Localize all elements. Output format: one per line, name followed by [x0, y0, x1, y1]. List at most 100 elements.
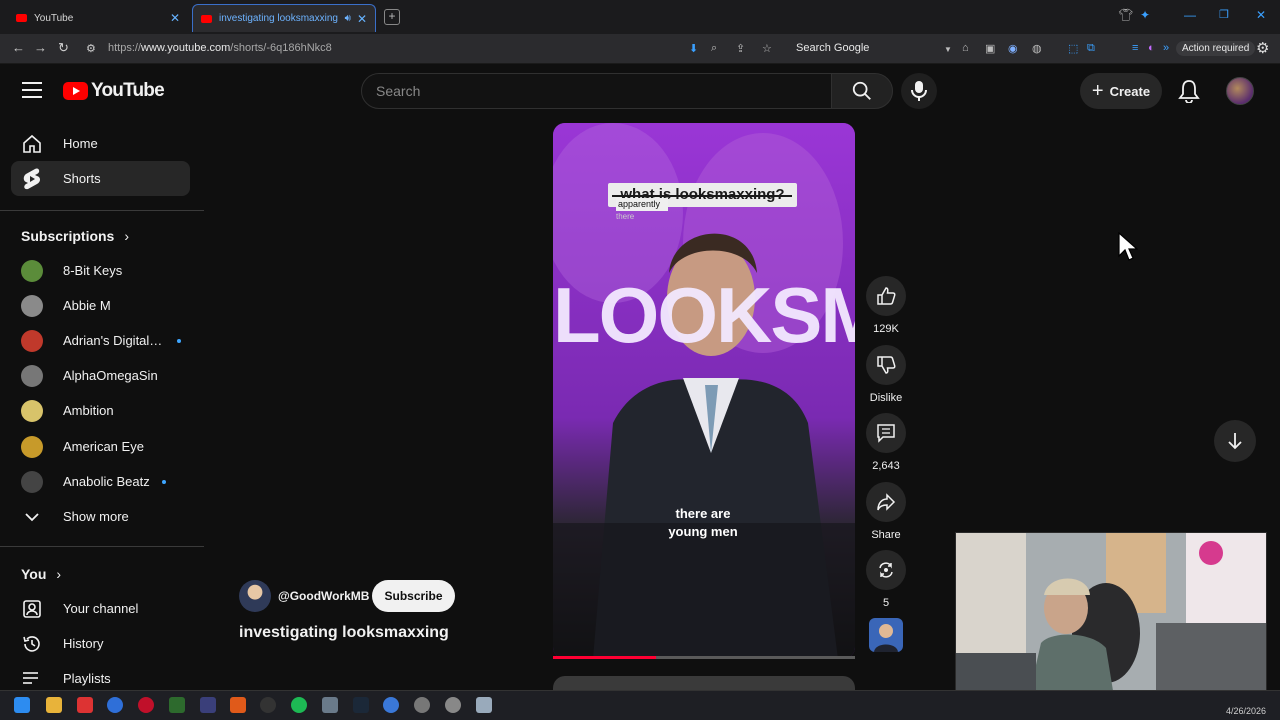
sidebar-subscription-item[interactable]: 8-Bit Keys — [11, 253, 190, 288]
sidebar-item-history[interactable]: History — [11, 626, 190, 661]
tab-investigating-looksmaxxing[interactable]: investigating looksmaxxing 🔊︎ ✕ — [192, 4, 376, 32]
sidebar-item-shorts[interactable]: Shorts — [11, 161, 190, 196]
sidebar-item-your-channel[interactable]: Your channel — [11, 591, 190, 626]
share-label: Share — [871, 529, 901, 541]
app-icon[interactable] — [322, 697, 338, 713]
extension-icon[interactable]: ◉ — [1008, 42, 1018, 55]
create-button[interactable]: + Create — [1080, 73, 1162, 109]
settings-gear-icon[interactable]: ⚙ — [1256, 39, 1269, 57]
back-arrow-icon[interactable]: ← — [12, 40, 25, 55]
thumbs-down-icon — [877, 356, 896, 374]
app-icon[interactable] — [414, 697, 430, 713]
windows-start-icon[interactable] — [14, 697, 30, 713]
app-icon[interactable] — [260, 697, 276, 713]
settings-app-icon[interactable] — [476, 697, 492, 713]
browser-app-icon[interactable] — [383, 697, 399, 713]
comment-count: 2,643 — [872, 460, 900, 472]
home-toolbar-icon[interactable]: ⌂ — [962, 42, 969, 54]
account-avatar[interactable] — [1226, 77, 1254, 105]
menu-icon[interactable] — [22, 82, 42, 98]
sidebar-subscription-item[interactable]: Abbie M — [11, 288, 190, 323]
you-heading[interactable]: You › — [21, 566, 61, 582]
browser-app-icon[interactable] — [107, 697, 123, 713]
youtube-favicon-icon — [201, 14, 212, 23]
notifications-bell-icon[interactable] — [1178, 79, 1200, 103]
close-window-icon[interactable]: ✕ — [1256, 8, 1266, 22]
extension-icon[interactable]: ≡ — [1132, 42, 1138, 54]
tab-youtube[interactable]: YouTube ✕ — [8, 4, 188, 32]
extension-icon[interactable]: ▣ — [985, 42, 995, 55]
home-icon — [21, 134, 43, 154]
sidebar-subscription-item[interactable]: American Eye — [11, 429, 190, 464]
like-button[interactable] — [866, 276, 906, 316]
zoom-icon[interactable]: ⌕ — [711, 42, 717, 55]
restore-icon[interactable]: ❐ — [1219, 8, 1229, 21]
channel-thumbnail[interactable] — [869, 618, 903, 652]
copilot-icon[interactable]: ✦ — [1140, 8, 1150, 22]
next-video-button[interactable] — [1214, 420, 1256, 462]
taskbar-date[interactable]: 4/26/2026 — [1226, 706, 1266, 716]
app-icon[interactable] — [230, 697, 246, 713]
subscriptions-heading[interactable]: Subscriptions › — [21, 228, 129, 244]
taskbar — [0, 690, 1280, 720]
chevron-right-icon[interactable]: » — [1163, 42, 1169, 54]
channel-avatar[interactable] — [239, 580, 271, 612]
sidebar-subscription-item[interactable]: Adrian's Digital B... — [11, 323, 190, 358]
site-info-icon[interactable]: ⚙ — [86, 42, 96, 55]
sidebar-subscription-item[interactable]: Ambition — [11, 393, 190, 428]
app-icon[interactable] — [445, 697, 461, 713]
editor-app-icon[interactable] — [169, 697, 185, 713]
voice-search-button[interactable] — [901, 73, 937, 109]
youtube-logo[interactable]: YouTube — [63, 80, 165, 102]
reload-icon[interactable]: ↻ — [58, 40, 69, 56]
share-action[interactable]: Share — [866, 482, 906, 541]
thumbs-up-icon — [877, 287, 896, 305]
download-icon[interactable]: ⬇ — [689, 42, 698, 55]
close-tab-icon[interactable]: ✕ — [170, 11, 180, 25]
share-page-icon[interactable]: ⇪ — [736, 42, 745, 55]
minimize-icon[interactable]: — — [1184, 8, 1196, 22]
like-action[interactable]: 129K — [866, 276, 906, 335]
bookmark-star-icon[interactable]: ☆ — [762, 42, 772, 55]
search-input[interactable]: Search — [361, 73, 832, 109]
extension-icon[interactable]: ◍ — [1032, 42, 1042, 55]
sidebar-subscription-item[interactable]: AlphaOmegaSin — [11, 358, 190, 393]
url-field[interactable]: https://www.youtube.com/shorts/-6q186hNk… — [108, 42, 332, 54]
spotify-app-icon[interactable] — [291, 697, 307, 713]
audio-playing-icon[interactable]: 🔊︎ — [345, 13, 351, 24]
video-progress-bar[interactable] — [553, 656, 855, 659]
video-progress-fill — [553, 656, 656, 659]
like-count: 129K — [873, 323, 899, 335]
sidebar-item-home[interactable]: Home — [11, 126, 190, 161]
sidebar-subscription-item[interactable]: Anabolic Beatz — [11, 464, 190, 499]
steam-app-icon[interactable] — [353, 697, 369, 713]
opera-app-icon[interactable] — [138, 697, 154, 713]
comments-button[interactable] — [866, 413, 906, 453]
close-tab-icon[interactable]: ✕ — [357, 12, 367, 26]
remix-action[interactable]: 5 — [866, 550, 906, 609]
channel-avatar — [21, 294, 43, 317]
forward-arrow-icon[interactable]: → — [34, 40, 47, 55]
search-button[interactable] — [831, 73, 893, 109]
action-required-badge[interactable]: Action required — [1176, 41, 1256, 56]
extension-icon[interactable]: ⧉ — [1087, 42, 1095, 55]
calendar-app-icon[interactable] — [77, 697, 93, 713]
chevron-down-icon[interactable]: ▼ — [944, 45, 952, 54]
extension-icon[interactable]: ◐ — [1148, 42, 1155, 54]
extension-icon[interactable]: ⬚ — [1068, 42, 1078, 55]
search-engine-field[interactable]: Search Google — [790, 40, 950, 58]
caption-strikethrough — [612, 195, 792, 197]
shirt-icon[interactable]: 👕︎ — [1118, 8, 1133, 22]
chevron-right-icon: › — [124, 228, 130, 244]
channel-handle[interactable]: @GoodWorkMB — [278, 589, 369, 603]
subscribe-button[interactable]: Subscribe — [372, 580, 455, 612]
comments-action[interactable]: 2,643 — [866, 413, 906, 472]
dislike-button[interactable] — [866, 345, 906, 385]
remix-button[interactable] — [866, 550, 906, 590]
app-icon[interactable] — [200, 697, 216, 713]
dislike-action[interactable]: Dislike — [866, 345, 906, 404]
file-explorer-icon[interactable] — [46, 697, 62, 713]
new-tab-button[interactable]: + — [384, 9, 400, 25]
share-button[interactable] — [866, 482, 906, 522]
show-more-button[interactable]: Show more — [11, 499, 190, 534]
